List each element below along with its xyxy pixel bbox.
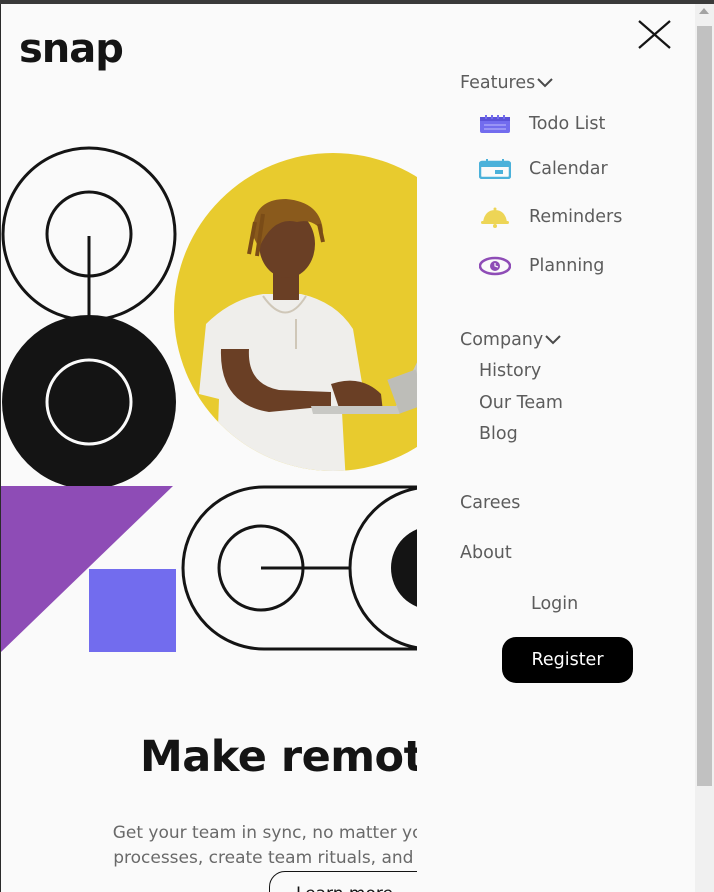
black-circle-shape: [2, 315, 176, 489]
company-menu-toggle[interactable]: Company: [460, 330, 561, 350]
menu-link-careers[interactable]: Carees: [460, 493, 520, 513]
chevron-down-icon: [545, 335, 561, 345]
blue-square-shape: [89, 569, 176, 652]
menu-item-blog[interactable]: Blog: [479, 424, 518, 444]
menu-item-reminders[interactable]: Reminders: [478, 204, 622, 230]
menu-item-label: Calendar: [529, 159, 608, 179]
menu-item-todo-list[interactable]: Todo List: [478, 111, 605, 137]
calendar-icon: [478, 157, 511, 181]
hero-headline: Make remote: [140, 732, 453, 782]
hero-illustration: [1, 146, 421, 652]
features-menu-toggle[interactable]: Features: [460, 73, 553, 93]
chevron-down-icon: [537, 78, 553, 88]
close-icon: [638, 20, 671, 49]
menu-item-planning[interactable]: Planning: [478, 253, 604, 279]
menu-item-label: Todo List: [529, 114, 606, 134]
register-button[interactable]: Register: [502, 637, 633, 683]
learn-more-button[interactable]: Learn more: [269, 871, 434, 892]
snap-logo[interactable]: snap: [19, 26, 124, 72]
scrollbar-thumb[interactable]: [697, 26, 712, 786]
menu-link-about[interactable]: About: [460, 543, 512, 563]
planning-icon: [478, 254, 511, 278]
menu-item-label: Planning: [529, 256, 605, 276]
company-menu-label: Company: [460, 330, 544, 350]
features-menu-label: Features: [460, 73, 536, 93]
scroll-up-arrow-icon[interactable]: [699, 8, 709, 14]
menu-item-calendar[interactable]: Calendar: [478, 156, 608, 182]
bell-icon: [478, 205, 511, 229]
menu-item-label: Reminders: [529, 207, 623, 227]
menu-item-history[interactable]: History: [479, 361, 541, 381]
menu-item-our-team[interactable]: Our Team: [479, 393, 563, 413]
side-menu-panel: [417, 14, 695, 892]
login-link[interactable]: Login: [531, 594, 578, 614]
todo-icon: [478, 112, 511, 136]
close-menu-button[interactable]: [636, 18, 674, 52]
